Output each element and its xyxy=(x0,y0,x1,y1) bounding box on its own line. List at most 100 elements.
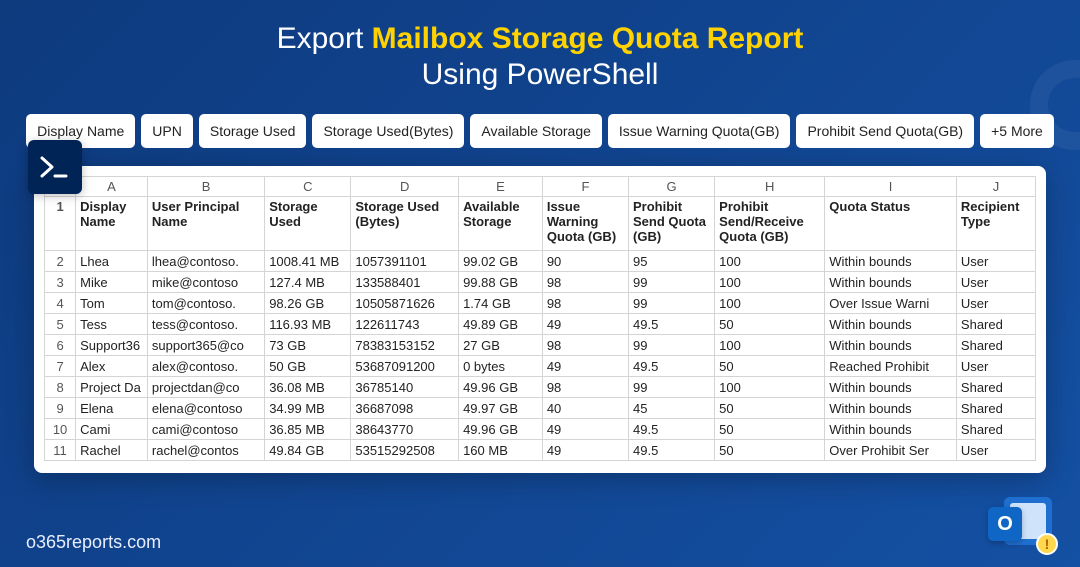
column-header[interactable]: Quota Status xyxy=(825,197,957,251)
cell[interactable]: 45 xyxy=(629,398,715,419)
row-number-4[interactable]: 4 xyxy=(45,293,76,314)
cell[interactable]: Tom xyxy=(76,293,148,314)
col-letter-I[interactable]: I xyxy=(825,177,957,197)
cell[interactable]: 100 xyxy=(715,335,825,356)
cell[interactable]: Mike xyxy=(76,272,148,293)
cell[interactable]: 99 xyxy=(629,293,715,314)
cell[interactable]: 73 GB xyxy=(265,335,351,356)
cell[interactable]: 36.08 MB xyxy=(265,377,351,398)
column-header[interactable]: Issue Warning Quota (GB) xyxy=(542,197,628,251)
cell[interactable]: Within bounds xyxy=(825,251,957,272)
col-letter-B[interactable]: B xyxy=(147,177,264,197)
col-letter-C[interactable]: C xyxy=(265,177,351,197)
cell[interactable]: 78383153152 xyxy=(351,335,459,356)
cell[interactable]: mike@contoso xyxy=(147,272,264,293)
cell[interactable]: 49.5 xyxy=(629,419,715,440)
cell[interactable]: Tess xyxy=(76,314,148,335)
cell[interactable]: 27 GB xyxy=(459,335,543,356)
cell[interactable]: 49 xyxy=(542,419,628,440)
cell[interactable]: alex@contoso. xyxy=(147,356,264,377)
cell[interactable]: User xyxy=(956,251,1035,272)
cell[interactable]: 0 bytes xyxy=(459,356,543,377)
footer-link[interactable]: o365reports.com xyxy=(26,532,161,553)
cell[interactable]: 34.99 MB xyxy=(265,398,351,419)
cell[interactable]: 49.96 GB xyxy=(459,419,543,440)
cell[interactable]: 50 xyxy=(715,419,825,440)
cell[interactable]: 49.89 GB xyxy=(459,314,543,335)
cell[interactable]: tom@contoso. xyxy=(147,293,264,314)
cell[interactable]: 49.5 xyxy=(629,314,715,335)
row-number-9[interactable]: 9 xyxy=(45,398,76,419)
cell[interactable]: 49 xyxy=(542,314,628,335)
column-header[interactable]: Storage Used (Bytes) xyxy=(351,197,459,251)
cell[interactable]: Alex xyxy=(76,356,148,377)
cell[interactable]: 49.5 xyxy=(629,440,715,461)
cell[interactable]: Shared xyxy=(956,377,1035,398)
cell[interactable]: Support36 xyxy=(76,335,148,356)
col-letter-E[interactable]: E xyxy=(459,177,543,197)
cell[interactable]: Shared xyxy=(956,419,1035,440)
cell[interactable]: 1008.41 MB xyxy=(265,251,351,272)
cell[interactable]: 98 xyxy=(542,272,628,293)
cell[interactable]: 90 xyxy=(542,251,628,272)
row-number-6[interactable]: 6 xyxy=(45,335,76,356)
cell[interactable]: Within bounds xyxy=(825,377,957,398)
column-header[interactable]: Prohibit Send/Receive Quota (GB) xyxy=(715,197,825,251)
cell[interactable]: 98.26 GB xyxy=(265,293,351,314)
cell[interactable]: 122611743 xyxy=(351,314,459,335)
tag-2[interactable]: Storage Used xyxy=(199,114,307,148)
col-letter-J[interactable]: J xyxy=(956,177,1035,197)
cell[interactable]: Shared xyxy=(956,398,1035,419)
cell[interactable]: 50 xyxy=(715,356,825,377)
cell[interactable]: 49.97 GB xyxy=(459,398,543,419)
cell[interactable]: 49.96 GB xyxy=(459,377,543,398)
row-number-3[interactable]: 3 xyxy=(45,272,76,293)
col-letter-H[interactable]: H xyxy=(715,177,825,197)
row-number-5[interactable]: 5 xyxy=(45,314,76,335)
row-number-8[interactable]: 8 xyxy=(45,377,76,398)
cell[interactable]: 36687098 xyxy=(351,398,459,419)
cell[interactable]: support365@co xyxy=(147,335,264,356)
col-letter-F[interactable]: F xyxy=(542,177,628,197)
cell[interactable]: Over Prohibit Ser xyxy=(825,440,957,461)
cell[interactable]: 99.02 GB xyxy=(459,251,543,272)
column-header[interactable]: Available Storage xyxy=(459,197,543,251)
column-header[interactable]: Display Name xyxy=(76,197,148,251)
cell[interactable]: tess@contoso. xyxy=(147,314,264,335)
cell[interactable]: 36.85 MB xyxy=(265,419,351,440)
cell[interactable]: projectdan@co xyxy=(147,377,264,398)
cell[interactable]: 99.88 GB xyxy=(459,272,543,293)
row-number-11[interactable]: 11 xyxy=(45,440,76,461)
cell[interactable]: Cami xyxy=(76,419,148,440)
cell[interactable]: Within bounds xyxy=(825,314,957,335)
cell[interactable]: Project Da xyxy=(76,377,148,398)
cell[interactable]: cami@contoso xyxy=(147,419,264,440)
cell[interactable]: 36785140 xyxy=(351,377,459,398)
tag-3[interactable]: Storage Used(Bytes) xyxy=(312,114,464,148)
cell[interactable]: Shared xyxy=(956,335,1035,356)
tag-1[interactable]: UPN xyxy=(141,114,193,148)
cell[interactable]: User xyxy=(956,293,1035,314)
cell[interactable]: User xyxy=(956,272,1035,293)
cell[interactable]: 99 xyxy=(629,272,715,293)
cell[interactable]: 95 xyxy=(629,251,715,272)
cell[interactable]: 99 xyxy=(629,335,715,356)
cell[interactable]: Over Issue Warni xyxy=(825,293,957,314)
column-header[interactable]: User Principal Name xyxy=(147,197,264,251)
col-letter-G[interactable]: G xyxy=(629,177,715,197)
cell[interactable]: 53687091200 xyxy=(351,356,459,377)
cell[interactable]: 100 xyxy=(715,293,825,314)
row-number-7[interactable]: 7 xyxy=(45,356,76,377)
cell[interactable]: Within bounds xyxy=(825,335,957,356)
cell[interactable]: 49 xyxy=(542,440,628,461)
cell[interactable]: 133588401 xyxy=(351,272,459,293)
cell[interactable]: 100 xyxy=(715,377,825,398)
row-number-2[interactable]: 2 xyxy=(45,251,76,272)
cell[interactable]: 100 xyxy=(715,251,825,272)
cell[interactable]: Reached Prohibit xyxy=(825,356,957,377)
cell[interactable]: 49.5 xyxy=(629,356,715,377)
cell[interactable]: 100 xyxy=(715,272,825,293)
cell[interactable]: 98 xyxy=(542,335,628,356)
cell[interactable]: 50 xyxy=(715,398,825,419)
cell[interactable]: 50 xyxy=(715,440,825,461)
